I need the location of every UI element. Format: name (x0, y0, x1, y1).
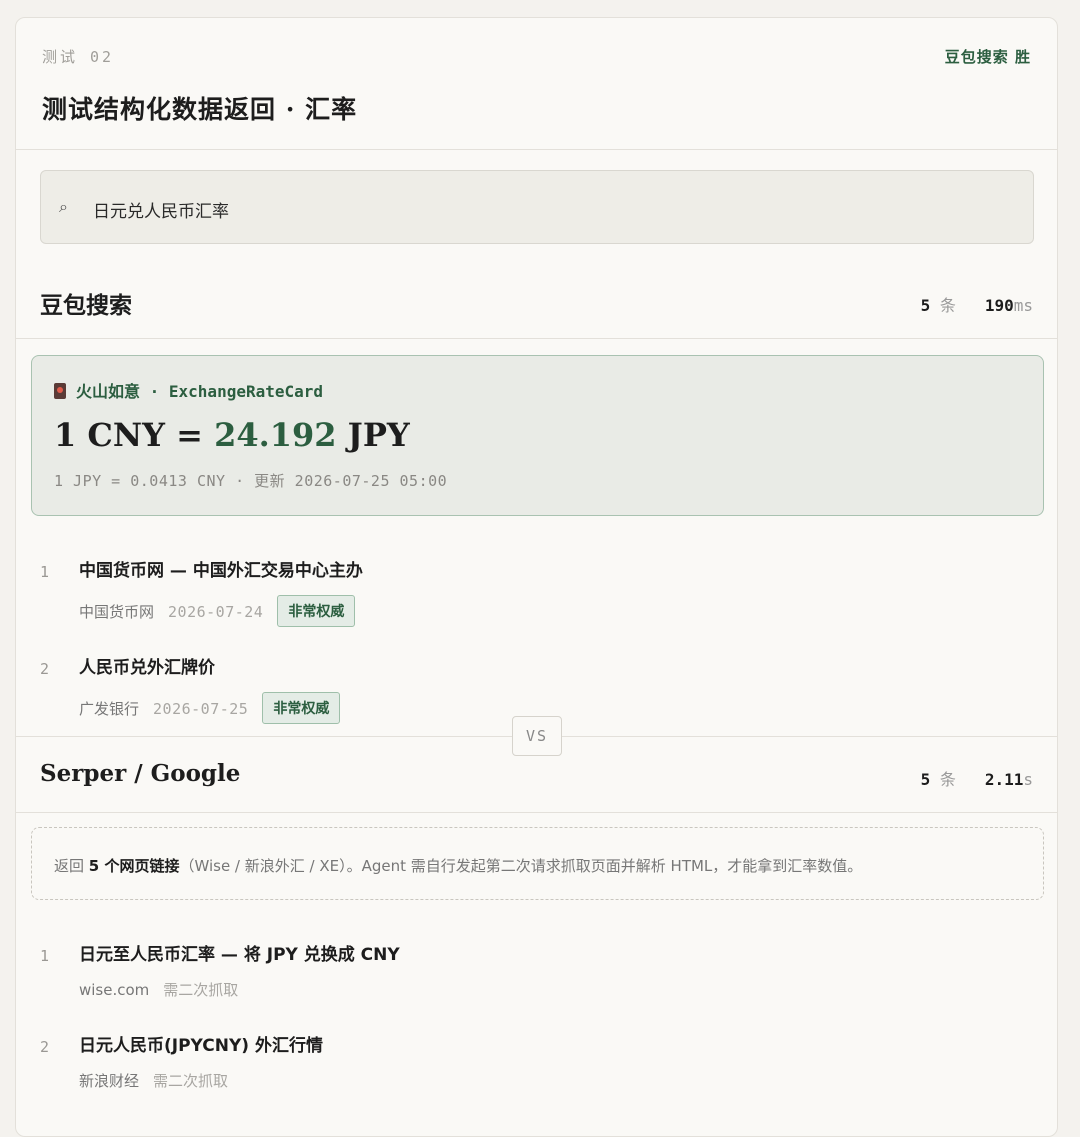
comparison-card: 测试 02 豆包搜索 胜 测试结构化数据返回 · 汇率 ⌕ 日元兑人民币汇率 豆… (15, 17, 1058, 1137)
serper-section-title: Serper / Google (40, 760, 241, 787)
doubao-result-2[interactable]: 2 人民币兑外汇牌价 广发银行 2026-07-25 非常权威 (16, 646, 1057, 726)
search-query: 日元兑人民币汇率 (93, 202, 229, 222)
result-title[interactable]: 人民币兑外汇牌价 (79, 653, 215, 678)
result-meta: 中国货币网 2026-07-24 非常权威 (79, 595, 356, 627)
doubao-count-unit: 条 (939, 296, 956, 315)
result-source: 新浪财经 (79, 1072, 140, 1090)
serper-note-bold: 5 个网页链接 (88, 857, 180, 875)
doubao-section-header: 豆包搜索 5 条 190ms (16, 276, 1057, 339)
doubao-result-1[interactable]: 1 中国货币网 — 中国外汇交易中心主办 中国货币网 2026-07-24 非常权威 (16, 549, 1057, 629)
result-source: wise.com (79, 981, 150, 999)
search-box[interactable]: ⌕ 日元兑人民币汇率 (40, 170, 1034, 244)
result-source: 广发银行 (79, 700, 140, 718)
result-source: 中国货币网 (79, 603, 155, 621)
result-title[interactable]: 中国货币网 — 中国外汇交易中心主办 (79, 556, 363, 581)
serper-time: 2.11 (984, 770, 1024, 789)
winner-label: 豆包搜索 胜 (944, 48, 1031, 66)
rate-prefix: 1 CNY = (54, 416, 215, 454)
test-number: 测试 02 (42, 48, 115, 66)
serper-count: 5 (920, 770, 931, 789)
result-meta: wise.com 需二次抓取 (79, 979, 238, 1000)
doubao-section-meta: 5 条 190ms (921, 292, 1033, 316)
rate-subline: 1 JPY = 0.0413 CNY · 更新 2026-07-25 05:00 (54, 472, 448, 490)
serper-section-header: Serper / Google 5 条 2.11s (16, 750, 1057, 813)
doubao-count: 5 (920, 296, 931, 315)
result-number: 1 (40, 563, 50, 581)
doubao-time: 190 (984, 296, 1014, 315)
volcano-badge-icon (54, 383, 66, 399)
result-number: 2 (40, 660, 50, 678)
serper-time-unit: s (1023, 770, 1033, 789)
rate-value: 24.192 (214, 416, 337, 454)
serper-section-meta: 5 条 2.11s (921, 766, 1033, 790)
result-title[interactable]: 日元人民币(JPYCNY) 外汇行情 (79, 1031, 323, 1056)
doubao-time-unit: ms (1013, 296, 1033, 315)
rate-suffix: JPY (336, 416, 410, 454)
search-icon: ⌕ (59, 197, 68, 216)
result-need-fetch: 需二次抓取 (163, 981, 239, 999)
serper-result-2[interactable]: 2 日元人民币(JPYCNY) 外汇行情 新浪财经 需二次抓取 (16, 1024, 1057, 1104)
serper-result-1[interactable]: 1 日元至人民币汇率 — 将 JPY 兑换成 CNY wise.com 需二次抓取 (16, 933, 1057, 1013)
rate-main: 1 CNY = 24.192 JPY (54, 416, 410, 454)
result-date: 2026-07-25 (153, 700, 249, 718)
result-meta: 广发银行 2026-07-25 非常权威 (79, 692, 341, 724)
result-number: 2 (40, 1038, 50, 1056)
result-meta: 新浪财经 需二次抓取 (79, 1070, 228, 1091)
result-date: 2026-07-24 (168, 603, 264, 621)
result-number: 1 (40, 947, 50, 965)
serper-note-text: 返回 5 个网页链接（Wise / 新浪外汇 / XE）。Agent 需自行发起… (54, 857, 863, 875)
serper-note: 返回 5 个网页链接（Wise / 新浪外汇 / XE）。Agent 需自行发起… (31, 827, 1044, 900)
result-title[interactable]: 日元至人民币汇率 — 将 JPY 兑换成 CNY (79, 940, 400, 965)
rate-card-source: 火山如意 · ExchangeRateCard (54, 378, 323, 402)
page-title: 测试结构化数据返回 · 汇率 (42, 95, 358, 124)
serper-count-unit: 条 (939, 770, 956, 789)
result-need-fetch: 需二次抓取 (153, 1072, 229, 1090)
doubao-section-title: 豆包搜索 (40, 292, 132, 319)
exchange-rate-card: 火山如意 · ExchangeRateCard 1 CNY = 24.192 J… (31, 355, 1044, 516)
card-header: 测试 02 豆包搜索 胜 测试结构化数据返回 · 汇率 (16, 18, 1057, 150)
authority-badge: 非常权威 (262, 692, 341, 724)
authority-badge: 非常权威 (277, 595, 356, 627)
